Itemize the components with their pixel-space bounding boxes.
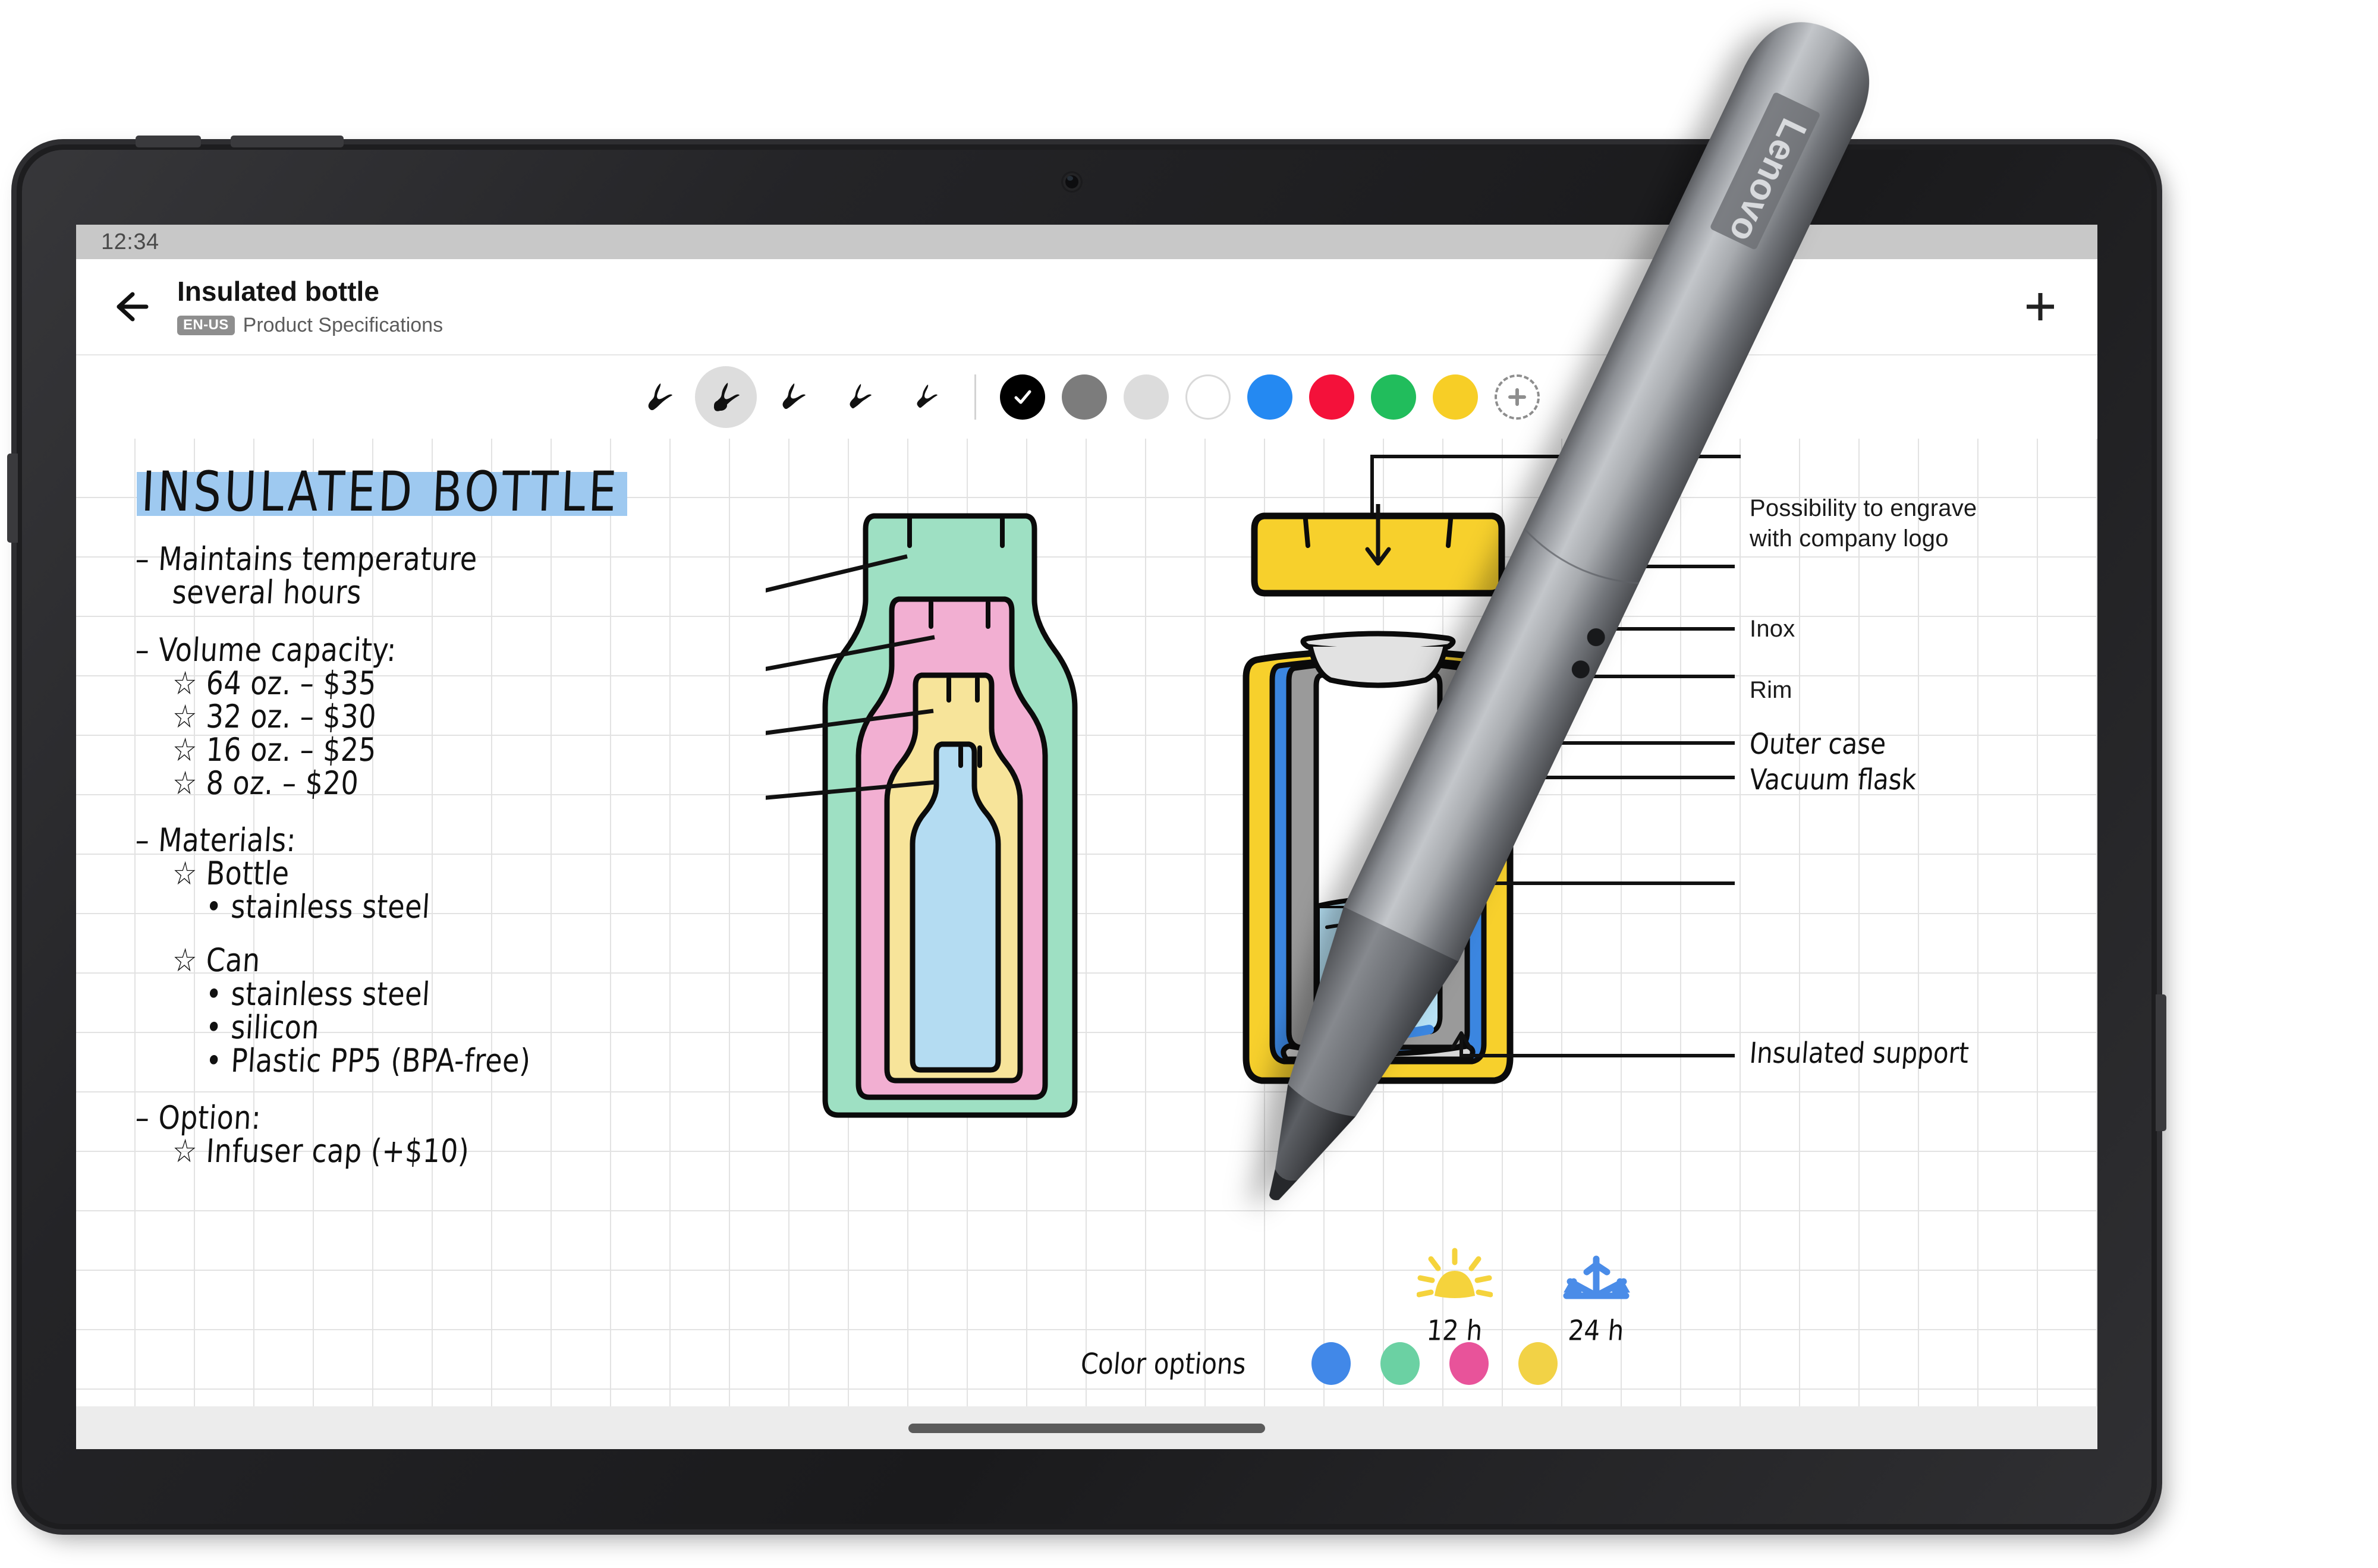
- pen-tool-1[interactable]: [628, 366, 690, 428]
- callout-outer-case: Outer case: [1748, 727, 1888, 761]
- tablet-device: 12:34 Insulated bottle EN-US Product Spe…: [7, 136, 2166, 1529]
- header-title-block: Insulated bottle EN-US Product Specifica…: [177, 276, 443, 337]
- side-button-right[interactable]: [2156, 994, 2166, 1131]
- cross-section-bottle: [1200, 498, 1556, 1155]
- status-bar: 12:34: [76, 225, 2097, 259]
- callout-vacuum-flask: Vacuum flask: [1748, 763, 1918, 796]
- note-material-item: • stainless steel: [205, 887, 432, 926]
- color-black[interactable]: [999, 374, 1045, 420]
- home-indicator[interactable]: [908, 1424, 1265, 1433]
- pen-tool-4[interactable]: [828, 366, 890, 428]
- color-dark-gray[interactable]: [1061, 374, 1107, 420]
- bottle-color-blue[interactable]: [1311, 1342, 1351, 1385]
- color-yellow[interactable]: [1432, 374, 1478, 420]
- color-blue[interactable]: [1247, 374, 1292, 420]
- bottle-color-yellow[interactable]: [1518, 1342, 1558, 1385]
- callout-engrave-line1: Possibility to engrave with company logo: [1750, 495, 1977, 552]
- selected-check-icon: [1000, 374, 1045, 420]
- note-block-option: – Option: ☆ Infuser cap (+$10): [134, 1098, 837, 1170]
- note-block-volume: – Volume capacity: ☆ 64 oz. – $35 ☆ 32 o…: [134, 631, 837, 802]
- bottle-color-green[interactable]: [1380, 1342, 1420, 1385]
- note-material-item: • Plastic PP5 (BPA-free): [205, 1041, 532, 1079]
- sun-icon: [1417, 1248, 1493, 1298]
- back-arrow-icon[interactable]: [107, 286, 149, 328]
- page-subtitle: Product Specifications: [243, 313, 443, 336]
- color-white[interactable]: [1185, 374, 1231, 420]
- callout-insulated-support: Insulated support: [1748, 1036, 1970, 1070]
- thermal-item-hot: 12 h: [1417, 1247, 1493, 1347]
- color-options-row: Color options: [1079, 1342, 1587, 1385]
- header-subtitle-row: EN-US Product Specifications: [177, 314, 443, 337]
- power-button[interactable]: [136, 136, 201, 147]
- drawing-toolbar: [76, 355, 2097, 439]
- language-badge: EN-US: [177, 315, 235, 335]
- color-red[interactable]: [1308, 374, 1354, 420]
- snowflake-icon: [1563, 1255, 1630, 1299]
- volume-button[interactable]: [231, 136, 344, 147]
- note-block-materials: – Materials: ☆ Bottle • stainless steel …: [134, 821, 837, 1079]
- callout-rim: Rim: [1750, 677, 1792, 703]
- nested-size-comparison: [284, 498, 1134, 1131]
- front-camera: [1063, 173, 1081, 191]
- plus-icon[interactable]: [2021, 288, 2059, 326]
- note-volume-item: ☆ 8 oz. – $20: [171, 764, 360, 802]
- bottle-color-pink[interactable]: [1449, 1342, 1489, 1385]
- thermal-retention-group: 12 h 24 h: [1417, 1247, 1634, 1347]
- pen-tool-2[interactable]: [694, 366, 757, 428]
- color-green[interactable]: [1370, 374, 1416, 420]
- color-light-gray[interactable]: [1123, 374, 1169, 420]
- note-line: several hours: [171, 573, 363, 612]
- thermal-item-cold: 24 h: [1558, 1247, 1634, 1347]
- add-color-button[interactable]: [1494, 374, 1540, 420]
- app-header: Insulated bottle EN-US Product Specifica…: [76, 259, 2097, 354]
- page-title: Insulated bottle: [177, 276, 379, 307]
- note-title: INSULATED BOTTLE: [140, 460, 621, 524]
- callout-engrave: Possibility to engrave with company logo: [1750, 493, 1977, 554]
- handwritten-notes: INSULATED BOTTLE – Maintains temperature…: [134, 460, 837, 1170]
- pen-tool-5[interactable]: [895, 366, 957, 428]
- status-clock: 12:34: [101, 229, 159, 254]
- note-block-temperature: – Maintains temperature several hours: [134, 540, 837, 612]
- pen-tool-3[interactable]: [762, 366, 823, 428]
- toolbar-divider: [974, 374, 976, 420]
- system-nav-bar: [76, 1406, 2097, 1449]
- tablet-screen: 12:34 Insulated bottle EN-US Product Spe…: [76, 225, 2097, 1449]
- color-options-label: Color options: [1079, 1346, 1247, 1381]
- note-canvas[interactable]: INSULATED BOTTLE – Maintains temperature…: [76, 439, 2097, 1406]
- callout-inox: Inox: [1750, 616, 1795, 642]
- note-option-item: ☆ Infuser cap (+$10): [171, 1132, 471, 1170]
- note-title-block: INSULATED BOTTLE: [137, 460, 628, 524]
- screenshot-root: 12:34 Insulated bottle EN-US Product Spe…: [0, 0, 2378, 1568]
- side-button-left[interactable]: [7, 454, 18, 543]
